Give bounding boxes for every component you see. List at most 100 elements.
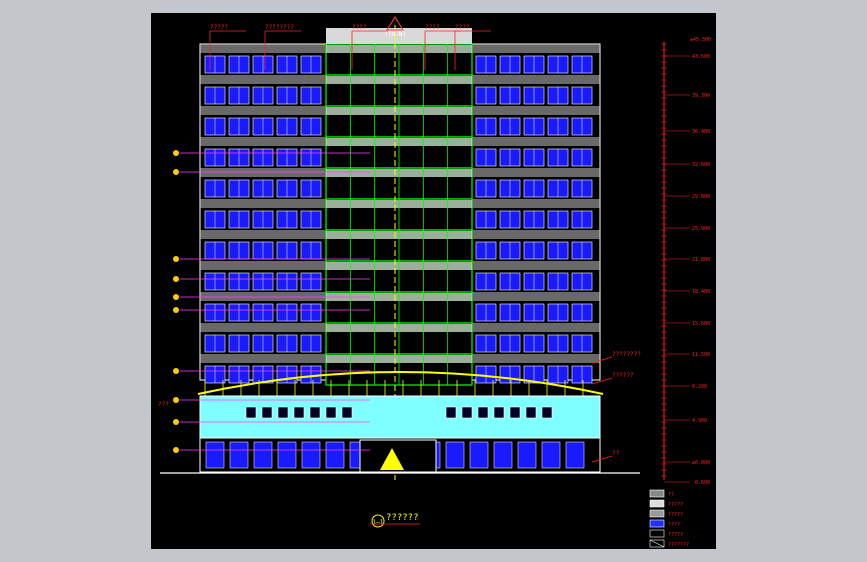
level-bubble [173, 447, 179, 453]
storefront [253, 441, 273, 469]
podium-window [525, 406, 537, 419]
level-bubble [173, 397, 179, 403]
spandrel-right [472, 75, 600, 84]
spandrel-left [200, 199, 326, 208]
elevation-label: 18.400 [692, 289, 710, 295]
legend-swatch [649, 489, 665, 498]
elevation-label: 8.200 [692, 384, 707, 390]
callout-right: ?? [612, 450, 620, 457]
callout-top: ????? [210, 24, 228, 31]
storefront [517, 441, 537, 469]
spandrel-left [200, 323, 326, 332]
elevation-label: 4.900 [692, 418, 707, 424]
spandrel-right [472, 323, 600, 332]
elevation-label: 39.300 [692, 93, 710, 99]
podium-window [325, 406, 337, 419]
podium-window [277, 406, 289, 419]
storefront [277, 441, 297, 469]
legend-swatch [649, 499, 665, 508]
podium-window [245, 406, 257, 419]
storefront [229, 441, 249, 469]
spandrel-right [472, 292, 600, 301]
legend-label: ?? [668, 492, 674, 498]
callout-right: ???????? [612, 351, 641, 358]
elevation-drawing: ????????????????????? ?????(N-N)?????????… [158, 16, 711, 548]
level-bubble [173, 150, 179, 156]
legend-label: ???? [668, 522, 680, 528]
spandrel-right [472, 199, 600, 208]
spandrel-left [200, 354, 326, 363]
elevation-top-label: ±45.300 [690, 37, 711, 43]
legend-swatch [649, 529, 665, 538]
legend-label: ????? [668, 512, 683, 518]
podium-window [309, 406, 321, 419]
spandrel-left [200, 230, 326, 239]
level-bubble [173, 276, 179, 282]
elevation-label: 11.500 [692, 352, 710, 358]
level-bubble [173, 368, 179, 374]
cad-viewport[interactable]: ????????????????????????? ?(N-N)?????????… [0, 0, 867, 562]
spandrel-left [200, 292, 326, 301]
drawing-sheet: ????????????????????????? ?(N-N)?????????… [151, 13, 716, 549]
spandrel-right [472, 230, 600, 239]
callout-top: ???? [455, 24, 470, 31]
spandrel-right [472, 261, 600, 270]
legend-swatch [649, 509, 665, 518]
callout-left: ??? [158, 401, 169, 408]
podium-window [261, 406, 273, 419]
podium-window [477, 406, 489, 419]
level-bubble [173, 419, 179, 425]
level-bubble [173, 256, 179, 262]
level-bubble [173, 307, 179, 313]
callout-top: ???? [352, 24, 367, 31]
callout-top: ???????? [265, 24, 294, 31]
spandrel-left [200, 44, 326, 53]
storefront [445, 441, 465, 469]
callout-right: ?????? [612, 372, 634, 379]
elevation-label: ±0.000 [692, 460, 710, 466]
spandrel-right [472, 354, 600, 363]
storefront [301, 441, 321, 469]
spandrel-right [472, 168, 600, 177]
callout-top: ???? [425, 24, 440, 31]
storefront [565, 441, 585, 469]
spandrel-right [472, 106, 600, 115]
podium-wall [199, 395, 601, 439]
podium-window [461, 406, 473, 419]
spandrel-left [200, 106, 326, 115]
podium-window [493, 406, 505, 419]
elevation-label: 43.500 [692, 54, 710, 60]
storefront [493, 441, 513, 469]
elevation-label: 36.400 [692, 129, 710, 135]
level-bubble [173, 169, 179, 175]
legend-label: ??????? [668, 542, 689, 548]
storefront [469, 441, 489, 469]
spandrel-left [200, 75, 326, 84]
drawing-title: ?????? [386, 513, 419, 523]
storefront [205, 441, 225, 469]
level-bubble [173, 294, 179, 300]
elevation-label: 29.800 [692, 194, 710, 200]
legend-label: ????? [668, 532, 683, 538]
elevation-label: 25.900 [692, 226, 710, 232]
podium-window [341, 406, 353, 419]
axis-label-top: ?(N-N) [384, 31, 406, 38]
title-symbol: 1–1 [373, 519, 384, 526]
spandrel-left [200, 137, 326, 146]
elevation-label: 32.600 [692, 162, 710, 168]
legend-label: ????? [668, 502, 683, 508]
legend-swatch [649, 519, 665, 528]
elevation-label: 15.600 [692, 321, 710, 327]
spandrel-right [472, 137, 600, 146]
storefront [325, 441, 345, 469]
spandrel-right [472, 44, 600, 53]
storefront [541, 441, 561, 469]
podium-window [509, 406, 521, 419]
elevation-label: 21.800 [692, 257, 710, 263]
spandrel-left [200, 261, 326, 270]
elevation-label: -0.600 [692, 480, 710, 486]
podium-window [445, 406, 457, 419]
podium-window [541, 406, 553, 419]
podium-window [293, 406, 305, 419]
spandrel-left [200, 168, 326, 177]
